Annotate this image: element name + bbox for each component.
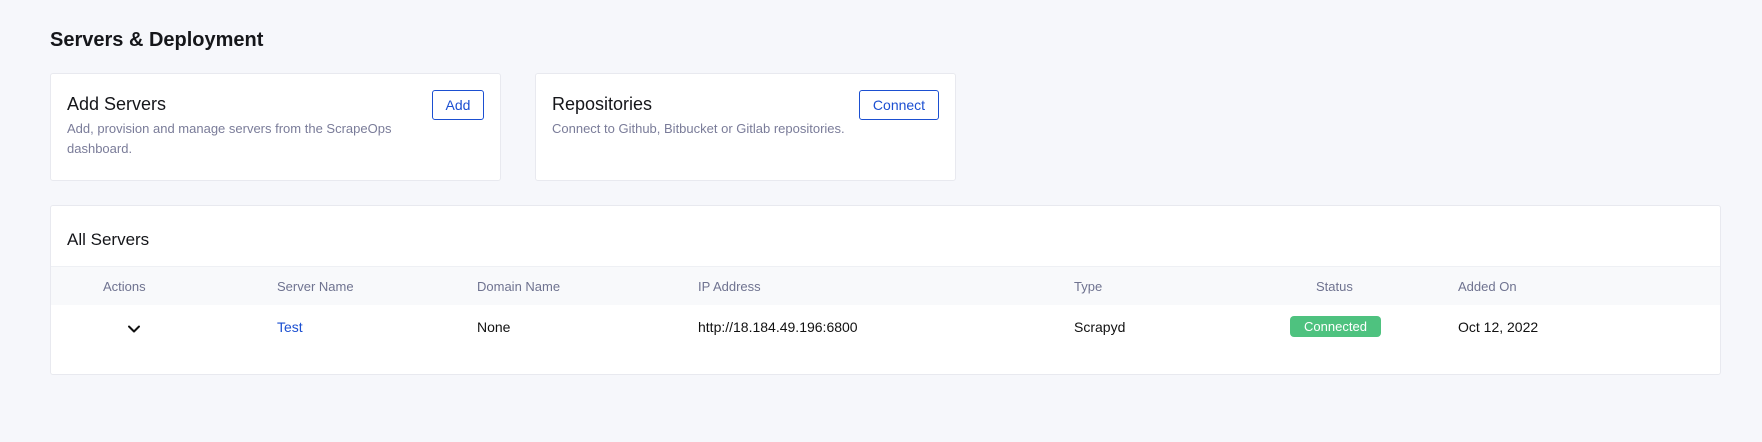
domain-name-cell: None xyxy=(477,319,511,335)
table-header: Actions Server Name Domain Name IP Addre… xyxy=(51,266,1720,305)
column-header-status[interactable]: Status xyxy=(1316,279,1353,294)
all-servers-title: All Servers xyxy=(67,230,150,249)
add-server-button[interactable]: Add xyxy=(432,90,484,120)
column-header-server-name[interactable]: Server Name xyxy=(277,279,354,294)
page: Servers & Deployment Add Servers Add, pr… xyxy=(0,0,1762,442)
ip-address-cell: http://18.184.49.196:6800 xyxy=(698,319,858,335)
column-header-type[interactable]: Type xyxy=(1074,279,1102,294)
repositories-title: Repositories xyxy=(552,94,653,114)
column-header-ip-address[interactable]: IP Address xyxy=(698,279,761,294)
add-servers-title: Add Servers xyxy=(67,94,167,114)
add-servers-card: Add Servers Add, provision and manage se… xyxy=(50,73,501,181)
chevron-down-icon[interactable] xyxy=(125,320,143,338)
page-title: Servers & Deployment xyxy=(50,29,264,51)
repositories-card: Repositories Connect to Github, Bitbucke… xyxy=(535,73,956,181)
type-cell: Scrapyd xyxy=(1074,319,1126,335)
added-on-cell: Oct 12, 2022 xyxy=(1458,319,1539,335)
column-header-actions: Actions xyxy=(103,279,146,294)
add-servers-description: Add, provision and manage servers from t… xyxy=(67,121,392,156)
column-header-domain-name[interactable]: Domain Name xyxy=(477,279,560,294)
status-badge: Connected xyxy=(1290,316,1381,337)
repositories-description: Connect to Github, Bitbucket or Gitlab r… xyxy=(552,121,845,136)
column-header-added-on[interactable]: Added On xyxy=(1458,279,1517,294)
server-name-link[interactable]: Test xyxy=(277,319,303,335)
all-servers-card: All Servers Actions Server Name Domain N… xyxy=(50,205,1721,375)
connect-repository-button[interactable]: Connect xyxy=(859,90,939,120)
